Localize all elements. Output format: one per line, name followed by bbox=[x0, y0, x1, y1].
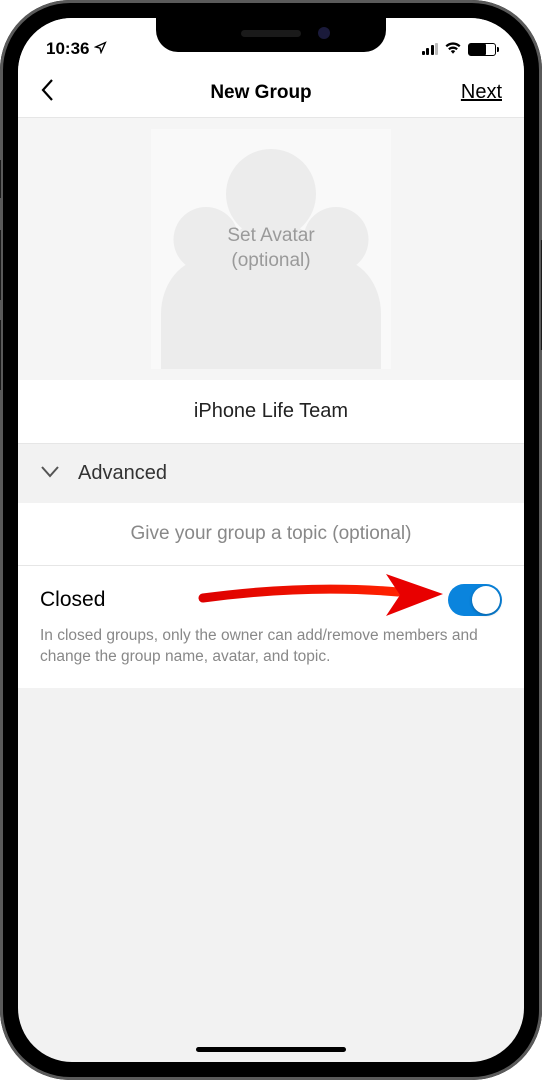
location-icon bbox=[94, 39, 107, 59]
avatar-line2: (optional) bbox=[227, 249, 314, 274]
nav-header: New Group Next bbox=[18, 68, 524, 118]
home-indicator[interactable] bbox=[196, 1047, 346, 1052]
volume-down-button bbox=[0, 320, 1, 390]
battery-icon bbox=[468, 43, 496, 56]
advanced-label: Advanced bbox=[78, 462, 167, 485]
toggle-knob bbox=[472, 586, 500, 614]
phone-notch bbox=[156, 18, 386, 52]
avatar-placeholder: Set Avatar (optional) bbox=[151, 129, 391, 369]
next-button[interactable]: Next bbox=[442, 81, 502, 104]
avatar-picker[interactable]: Set Avatar (optional) bbox=[18, 118, 524, 380]
closed-toggle[interactable] bbox=[448, 584, 502, 616]
closed-description: In closed groups, only the owner can add… bbox=[40, 626, 502, 668]
phone-frame: 10:36 New Group N bbox=[0, 0, 542, 1080]
signal-icon bbox=[422, 43, 439, 55]
chevron-down-icon bbox=[40, 462, 60, 485]
status-time: 10:36 bbox=[46, 39, 89, 59]
avatar-text: Set Avatar (optional) bbox=[227, 224, 314, 273]
wifi-icon bbox=[444, 39, 462, 59]
status-left: 10:36 bbox=[46, 39, 107, 59]
status-right bbox=[422, 39, 497, 59]
closed-section: Closed In closed groups, only the owner … bbox=[18, 566, 524, 688]
back-button[interactable] bbox=[40, 78, 80, 107]
page-title: New Group bbox=[80, 82, 442, 104]
silence-switch bbox=[0, 160, 1, 198]
group-name-input[interactable]: iPhone Life Team bbox=[18, 380, 524, 444]
screen: 10:36 New Group N bbox=[18, 18, 524, 1062]
advanced-toggle-row[interactable]: Advanced bbox=[18, 444, 524, 503]
avatar-line1: Set Avatar bbox=[227, 224, 314, 249]
volume-up-button bbox=[0, 230, 1, 300]
closed-label: Closed bbox=[40, 588, 105, 612]
topic-input[interactable]: Give your group a topic (optional) bbox=[18, 503, 524, 566]
